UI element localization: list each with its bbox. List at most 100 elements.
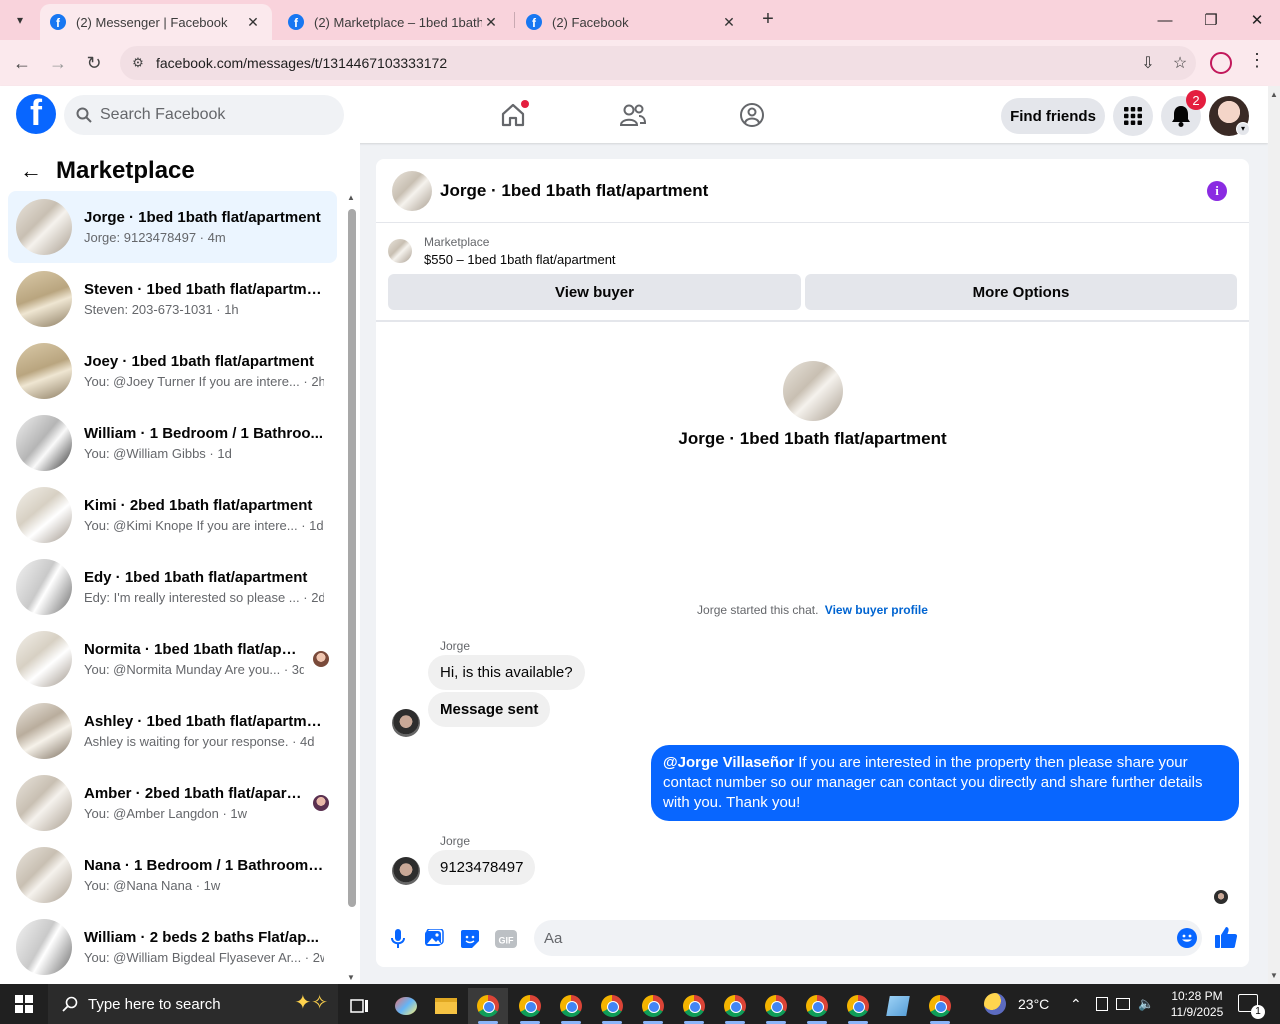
scroll-up-arrow-icon[interactable]: ▲ (347, 193, 355, 202)
seen-avatar (313, 651, 329, 667)
taskbar-app-notes[interactable] (878, 988, 918, 1024)
like-button[interactable] (1214, 925, 1238, 949)
gif-button[interactable]: GIF (494, 927, 518, 951)
mention-link[interactable]: @Jorge Villaseñor (663, 754, 794, 771)
site-info-icon[interactable]: ⚙ (120, 55, 156, 71)
taskbar-app-chrome[interactable] (797, 988, 837, 1024)
conversation-item[interactable]: Ashley · 1bed 1bath flat/apartme... Ashle… (8, 695, 337, 767)
chat-title[interactable]: Jorge · 1bed 1bath flat/apartment (440, 181, 708, 201)
new-tab-button[interactable]: + (756, 8, 780, 32)
taskbar-clock[interactable]: 10:28 PM 11/9/2025 (1160, 988, 1234, 1020)
incoming-message[interactable]: 9123478497 (428, 850, 536, 885)
conversation-item[interactable]: Amber · 2bed 1bath flat/apart... You: @Am… (8, 767, 337, 839)
volume-icon[interactable]: 🔈 (1138, 996, 1154, 1012)
task-view-button[interactable] (340, 988, 380, 1024)
restore-window-button[interactable]: ❐ (1188, 0, 1234, 40)
find-friends-button[interactable]: Find friends (1001, 98, 1105, 134)
emoji-picker-icon[interactable] (1177, 928, 1197, 948)
bookmark-star-icon[interactable]: ☆ (1164, 53, 1196, 73)
conversation-info-icon[interactable]: i (1207, 181, 1227, 201)
show-hidden-icons-button[interactable]: ⌃ (1070, 984, 1082, 1024)
taskbar-app-chrome[interactable] (715, 988, 755, 1024)
taskbar-app-chrome[interactable] (633, 988, 673, 1024)
menu-button[interactable] (1113, 96, 1153, 136)
facebook-search[interactable] (64, 95, 344, 135)
conversation-item[interactable]: Jorge · 1bed 1bath flat/apartment Jorge: … (8, 191, 337, 263)
taskbar-app-file-explorer[interactable] (426, 988, 466, 1024)
forward-button[interactable]: → (44, 49, 72, 77)
search-input[interactable] (100, 106, 320, 124)
browser-profile-icon[interactable] (1210, 52, 1232, 74)
system-tray-icons[interactable]: 🔈 (1096, 984, 1154, 1024)
conversation-item[interactable]: Normita · 1bed 1bath flat/apar... You: @N… (8, 623, 337, 695)
close-tab-icon[interactable]: ✕ (244, 14, 262, 31)
minimize-window-button[interactable]: — (1142, 0, 1188, 40)
url-text[interactable]: facebook.com/messages/t/1314467103333172 (156, 55, 1132, 71)
conversation-item[interactable]: William · 2 beds 2 baths Flat/ap... You: … (8, 911, 337, 983)
taskbar-app-chrome[interactable] (756, 988, 796, 1024)
sender-avatar[interactable] (392, 857, 420, 885)
sticker-button[interactable] (458, 927, 482, 951)
more-options-button[interactable]: More Options (805, 274, 1237, 310)
sender-avatar[interactable] (392, 709, 420, 737)
taskbar-app-chrome[interactable] (468, 988, 508, 1024)
browser-tab-marketplace[interactable]: f (2) Marketplace – 1bed 1bath flat/apar… (278, 4, 510, 40)
taskbar-app-chrome[interactable] (838, 988, 878, 1024)
taskbar-app-chrome[interactable] (920, 988, 960, 1024)
sidebar-scrollbar[interactable]: ▲ ▼ (346, 193, 358, 984)
conversation-item[interactable]: William · 1 Bedroom / 1 Bathroo... You: @… (8, 407, 337, 479)
start-button[interactable] (0, 984, 48, 1024)
chat-listing-thumbnail[interactable] (392, 170, 432, 211)
taskbar-app-chrome[interactable] (510, 988, 550, 1024)
incoming-message[interactable]: Message sent (428, 692, 551, 727)
close-tab-icon[interactable]: ✕ (482, 14, 500, 31)
browser-menu-icon[interactable]: ⋮ (1248, 50, 1266, 71)
install-app-icon[interactable]: ⇩ (1132, 53, 1164, 73)
reload-button[interactable]: ↻ (80, 49, 108, 77)
back-arrow-icon[interactable]: ← (20, 158, 50, 184)
home-nav-button[interactable] (493, 98, 533, 132)
view-buyer-profile-link[interactable]: View buyer profile (825, 603, 928, 617)
message-input-box[interactable] (534, 920, 1202, 956)
action-center-icon[interactable]: 1 (1238, 994, 1265, 1019)
taskbar-app-chrome[interactable] (674, 988, 714, 1024)
view-buyer-button[interactable]: View buyer (388, 274, 801, 310)
attach-photo-button[interactable] (422, 927, 446, 951)
conversation-item[interactable]: Joey · 1bed 1bath flat/apartment You: @Jo… (8, 335, 337, 407)
groups-nav-button[interactable] (732, 98, 772, 132)
taskbar-app-chrome[interactable] (551, 988, 591, 1024)
network-icon[interactable] (1116, 998, 1130, 1010)
back-button[interactable]: ← (8, 49, 36, 77)
account-chevron-icon[interactable]: ▾ (1236, 122, 1250, 136)
weather-widget[interactable]: 23°C (984, 984, 1049, 1024)
taskbar-app-chrome[interactable] (592, 988, 632, 1024)
battery-icon[interactable] (1096, 997, 1108, 1011)
conversation-item[interactable]: Edy · 1bed 1bath flat/apartment Edy: I'm … (8, 551, 337, 623)
scroll-down-arrow-icon[interactable]: ▼ (1270, 971, 1278, 980)
page-scrollbar[interactable]: ▲ ▼ (1268, 86, 1280, 984)
taskbar-app-paint[interactable] (386, 988, 426, 1024)
weather-moon-icon (984, 993, 1006, 1015)
conversation-item[interactable]: Steven · 1bed 1bath flat/apartme... Steve… (8, 263, 337, 335)
browser-tab-messenger[interactable]: f (2) Messenger | Facebook ✕ (40, 4, 272, 40)
scroll-up-arrow-icon[interactable]: ▲ (1270, 90, 1278, 99)
close-window-button[interactable]: ✕ (1234, 0, 1280, 40)
tab-search-dropdown-icon[interactable]: ▾ (6, 6, 34, 34)
address-bar[interactable]: ⚙ facebook.com/messages/t/13144671033331… (120, 46, 1196, 80)
listing-thumbnail (16, 631, 72, 687)
taskbar-search[interactable]: Type here to search ✦✧ (48, 984, 338, 1024)
facebook-logo-icon[interactable]: f (16, 94, 56, 134)
browser-tab-facebook[interactable]: f (2) Facebook ✕ (516, 4, 748, 40)
incoming-message[interactable]: Hi, is this available? (428, 655, 585, 690)
conversation-item[interactable]: Kimi · 2bed 1bath flat/apartment You: @Ki… (8, 479, 337, 551)
scroll-down-arrow-icon[interactable]: ▼ (347, 973, 355, 982)
close-tab-icon[interactable]: ✕ (720, 14, 738, 31)
friends-nav-button[interactable] (613, 98, 653, 132)
marketplace-listing-row[interactable]: Marketplace $550 – 1bed 1bath flat/apart… (388, 235, 616, 267)
conversation-item[interactable]: Nana · 1 Bedroom / 1 Bathroom ... You: @N… (8, 839, 337, 911)
scrollbar-thumb[interactable] (348, 209, 356, 907)
message-input[interactable] (544, 929, 1144, 947)
voice-clip-button[interactable] (386, 927, 410, 951)
conversation-preview: Edy: I'm really interested so please ...… (84, 590, 324, 605)
outgoing-message[interactable]: @Jorge Villaseñor If you are interested … (651, 745, 1239, 821)
